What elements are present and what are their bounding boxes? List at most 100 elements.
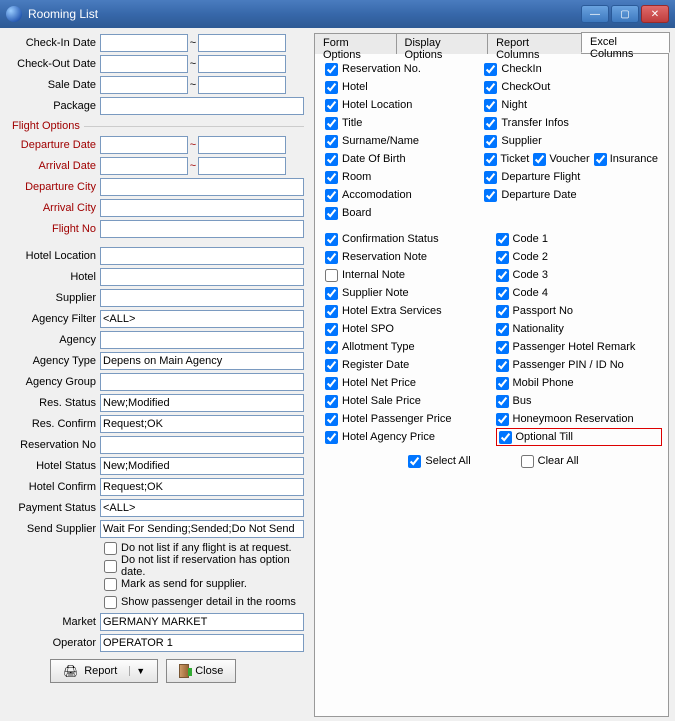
excel-column-checkbox[interactable] <box>325 117 338 130</box>
excel-column-checkbox[interactable] <box>496 269 509 282</box>
tab-form-options[interactable]: Form Options <box>314 33 397 54</box>
chk-no-list-flight-request[interactable] <box>104 542 117 555</box>
chk-no-list-option-date[interactable] <box>104 560 117 573</box>
excel-column-checkbox[interactable] <box>496 377 509 390</box>
agency-input[interactable] <box>100 331 304 349</box>
arrival-date-from[interactable] <box>100 157 188 175</box>
flight-options-header: Flight Options <box>12 118 304 134</box>
excel-column-checkbox[interactable] <box>325 413 338 426</box>
hotel-input[interactable] <box>100 268 304 286</box>
arrival-city-input[interactable] <box>100 199 304 217</box>
res-status-input[interactable] <box>100 394 304 412</box>
excel-column-checkbox[interactable] <box>325 189 338 202</box>
excel-column-label: Mobil Phone <box>513 377 574 389</box>
agency-filter-input[interactable] <box>100 310 304 328</box>
reservation-no-input[interactable] <box>100 436 304 454</box>
excel-column-checkbox[interactable] <box>496 305 509 318</box>
operator-input[interactable] <box>100 634 304 652</box>
excel-column-checkbox[interactable] <box>496 287 509 300</box>
excel-column-option: Departure Flight <box>484 168 662 186</box>
maximize-button[interactable]: ▢ <box>611 5 639 23</box>
excel-column-checkbox[interactable] <box>325 153 338 166</box>
check-out-from[interactable] <box>100 55 188 73</box>
sale-date-from[interactable] <box>100 76 188 94</box>
excel-column-checkbox[interactable] <box>496 251 509 264</box>
excel-column-checkbox[interactable] <box>325 233 338 246</box>
check-out-to[interactable] <box>198 55 286 73</box>
excel-column-checkbox[interactable] <box>496 341 509 354</box>
excel-column-checkbox[interactable] <box>496 413 509 426</box>
hotel-location-input[interactable] <box>100 247 304 265</box>
label-check-in: Check-In Date <box>10 37 100 49</box>
excel-column-checkbox[interactable] <box>325 251 338 264</box>
chk-label: Do not list if any flight is at request. <box>121 542 292 554</box>
send-supplier-input[interactable] <box>100 520 304 538</box>
excel-column-option: Reservation Note <box>325 248 492 266</box>
titlebar[interactable]: Rooming List — ▢ ✕ <box>0 0 675 28</box>
excel-column-checkbox[interactable] <box>484 135 497 148</box>
excel-column-checkbox[interactable] <box>325 99 338 112</box>
excel-column-checkbox[interactable] <box>499 431 512 444</box>
excel-column-checkbox[interactable] <box>484 171 497 184</box>
excel-column-checkbox[interactable] <box>325 305 338 318</box>
clear-all-checkbox[interactable] <box>521 455 534 468</box>
agency-type-input[interactable] <box>100 352 304 370</box>
tab-display-options[interactable]: Display Options <box>396 33 489 54</box>
tab-report-columns[interactable]: Report Columns <box>487 33 582 54</box>
excel-column-checkbox[interactable] <box>484 153 497 166</box>
res-confirm-input[interactable] <box>100 415 304 433</box>
hotel-status-input[interactable] <box>100 457 304 475</box>
excel-column-checkbox[interactable] <box>325 341 338 354</box>
excel-column-checkbox[interactable] <box>325 63 338 76</box>
hotel-confirm-input[interactable] <box>100 478 304 496</box>
excel-column-checkbox[interactable] <box>325 171 338 184</box>
excel-column-option: Board <box>325 204 480 222</box>
agency-group-input[interactable] <box>100 373 304 391</box>
excel-column-checkbox[interactable] <box>484 117 497 130</box>
excel-column-checkbox[interactable] <box>484 63 497 76</box>
excel-column-checkbox[interactable] <box>325 207 338 220</box>
report-button[interactable]: 🖨Report▼ <box>50 659 158 683</box>
excel-column-checkbox[interactable] <box>325 377 338 390</box>
excel-column-checkbox[interactable] <box>325 81 338 94</box>
excel-column-label: Transfer Infos <box>501 117 568 129</box>
excel-column-checkbox[interactable] <box>325 135 338 148</box>
chevron-down-icon[interactable]: ▼ <box>129 666 145 676</box>
excel-column-checkbox[interactable] <box>496 323 509 336</box>
excel-column-checkbox[interactable] <box>484 189 497 202</box>
tab-excel-columns[interactable]: Excel Columns <box>581 32 670 53</box>
excel-column-checkbox[interactable] <box>496 395 509 408</box>
supplier-input[interactable] <box>100 289 304 307</box>
sale-date-to[interactable] <box>198 76 286 94</box>
departure-city-input[interactable] <box>100 178 304 196</box>
departure-date-from[interactable] <box>100 136 188 154</box>
flight-no-input[interactable] <box>100 220 304 238</box>
minimize-button[interactable]: — <box>581 5 609 23</box>
excel-column-checkbox[interactable] <box>325 359 338 372</box>
excel-column-checkbox[interactable] <box>496 233 509 246</box>
market-input[interactable] <box>100 613 304 631</box>
chk-mark-send-supplier[interactable] <box>104 578 117 591</box>
select-all-checkbox[interactable] <box>408 455 421 468</box>
excel-column-checkbox[interactable] <box>594 153 607 166</box>
close-button[interactable]: Close <box>166 659 236 683</box>
departure-date-to[interactable] <box>198 136 286 154</box>
excel-column-checkbox[interactable] <box>325 269 338 282</box>
excel-column-checkbox[interactable] <box>325 323 338 336</box>
check-in-to[interactable] <box>198 34 286 52</box>
arrival-date-to[interactable] <box>198 157 286 175</box>
close-window-button[interactable]: ✕ <box>641 5 669 23</box>
check-in-from[interactable] <box>100 34 188 52</box>
excel-column-checkbox[interactable] <box>325 287 338 300</box>
excel-column-checkbox[interactable] <box>325 431 338 444</box>
excel-column-checkbox[interactable] <box>484 99 497 112</box>
excel-column-checkbox[interactable] <box>533 153 546 166</box>
chk-show-pax-detail[interactable] <box>104 596 117 609</box>
package-input[interactable] <box>100 97 304 115</box>
excel-column-label: Honeymoon Reservation <box>513 413 634 425</box>
excel-column-checkbox[interactable] <box>496 359 509 372</box>
excel-column-checkbox[interactable] <box>484 81 497 94</box>
payment-status-input[interactable] <box>100 499 304 517</box>
excel-column-checkbox[interactable] <box>325 395 338 408</box>
excel-column-label: Code 1 <box>513 233 548 245</box>
